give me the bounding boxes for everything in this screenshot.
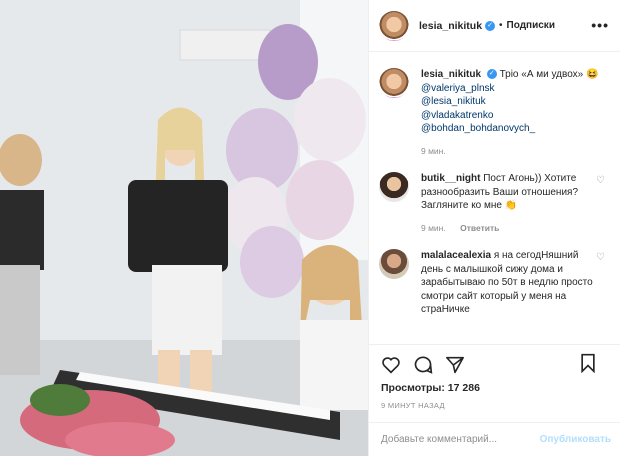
emoji: 😆 bbox=[586, 69, 599, 80]
heart-icon[interactable]: ♡ bbox=[596, 175, 605, 186]
caption-comment: lesia_nikituk ✓ Тріо «А ми удвох» 😆 @val… bbox=[379, 68, 609, 158]
comment-username[interactable]: lesia_nikituk bbox=[421, 69, 481, 80]
add-comment-bar: Опубликовать bbox=[369, 422, 620, 456]
views-count[interactable]: Просмотры: 17 286 bbox=[381, 382, 609, 394]
comment-time[interactable]: 9 мин. bbox=[421, 145, 599, 159]
photo-illustration bbox=[0, 0, 368, 456]
verified-badge-icon: ✓ bbox=[485, 20, 496, 31]
action-icons bbox=[381, 353, 609, 377]
comment-text: Тріо «А ми удвох» bbox=[499, 69, 584, 80]
verified-badge-icon: ✓ bbox=[486, 69, 497, 80]
more-icon[interactable]: ••• bbox=[591, 17, 609, 33]
share-icon[interactable] bbox=[445, 356, 465, 374]
emoji: 👏 bbox=[504, 200, 518, 211]
bookmark-icon[interactable] bbox=[579, 353, 597, 373]
author-username[interactable]: lesia_nikituk bbox=[419, 20, 482, 32]
author-avatar[interactable] bbox=[379, 10, 409, 41]
comment-icon[interactable] bbox=[413, 355, 433, 375]
post-header: lesia_nikituk ✓ • Подписки ••• bbox=[369, 0, 620, 52]
reply-button[interactable]: Ответить bbox=[460, 223, 499, 233]
post-photo[interactable] bbox=[0, 0, 368, 456]
mention-link[interactable]: @bohdan_bohdanovych_ bbox=[421, 122, 599, 136]
heart-icon[interactable] bbox=[381, 356, 401, 374]
separator-dot: • bbox=[499, 20, 503, 31]
avatar[interactable] bbox=[379, 68, 409, 98]
mention-link[interactable]: @vladakatrenko bbox=[421, 109, 599, 123]
comment-input[interactable] bbox=[381, 434, 531, 445]
mention-link[interactable]: @valeriya_plnsk bbox=[421, 82, 599, 96]
comments-list[interactable]: lesia_nikituk ✓ Тріо «А ми удвох» 😆 @val… bbox=[369, 52, 620, 344]
comment-time[interactable]: 9 мин. bbox=[421, 223, 446, 233]
following-button[interactable]: Подписки bbox=[507, 20, 555, 31]
comment-meta: 9 мин. Ответить bbox=[421, 222, 599, 236]
avatar[interactable] bbox=[379, 249, 409, 279]
post-actions: Просмотры: 17 286 9 МИНУТ НАЗАД bbox=[369, 344, 620, 410]
post-time[interactable]: 9 МИНУТ НАЗАД bbox=[381, 401, 609, 410]
comment-item: butik__night Пост Агонь)) Хотите разнооб… bbox=[379, 172, 609, 235]
post-side-panel: lesia_nikituk ✓ • Подписки ••• lesia_nik… bbox=[368, 0, 620, 456]
publish-button[interactable]: Опубликовать bbox=[540, 434, 611, 445]
mention-link[interactable]: @lesia_nikituk bbox=[421, 95, 599, 109]
comment-username[interactable]: butik__night bbox=[421, 173, 480, 184]
comment-username[interactable]: malalacealexia bbox=[421, 250, 491, 261]
heart-icon[interactable]: ♡ bbox=[596, 252, 605, 263]
comment-item: malalacealexia я на сегодНяшний день с м… bbox=[379, 249, 609, 317]
avatar[interactable] bbox=[379, 172, 409, 202]
